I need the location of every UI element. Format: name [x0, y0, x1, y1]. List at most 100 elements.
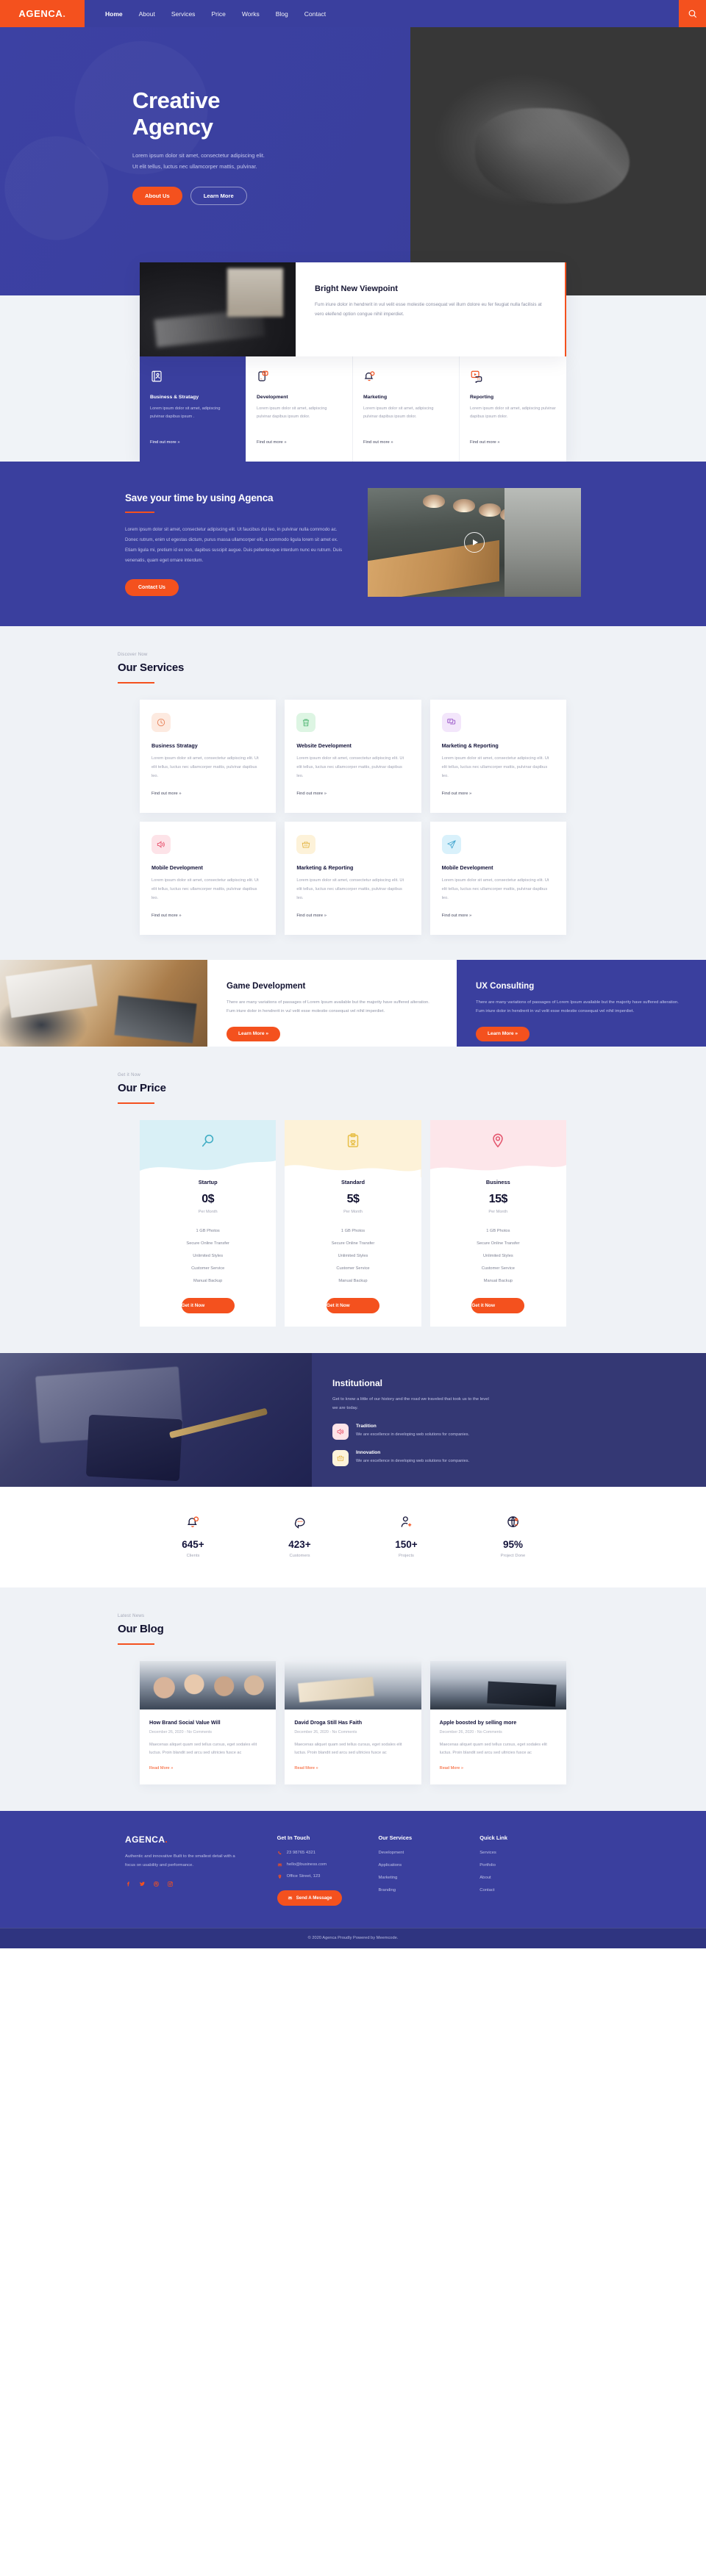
blog-grid: How Brand Social Value Will December 26,… [140, 1660, 566, 1811]
contact-us-button[interactable]: Contact Us [125, 578, 179, 596]
dribbble-icon[interactable] [153, 1881, 160, 1887]
save-time-section: Save your time by using Agenca Lorem ips… [0, 462, 706, 626]
feature-link[interactable]: Find out more » [257, 440, 287, 445]
twitter-icon[interactable] [139, 1881, 146, 1887]
blog-thumbnail [429, 1660, 566, 1709]
institutional-item-innovation: Innovation We are excellence in developi… [332, 1449, 706, 1466]
read-more-link[interactable]: Read More » [440, 1766, 463, 1770]
service-link[interactable]: Find out more » [151, 792, 182, 796]
blog-card[interactable]: David Droga Still Has Faith December 26,… [285, 1660, 421, 1784]
feature-card-reporting[interactable]: Reporting Lorem ipsum dolor sit amet, ad… [460, 356, 566, 462]
service-link[interactable]: Find out more » [442, 914, 472, 918]
feature-title: Development [257, 395, 288, 400]
stat-clients: 645+ Clients [140, 1515, 246, 1558]
institutional-item-desc: We are excellence in developing web solu… [356, 1432, 470, 1437]
footer-link-applications[interactable]: Applications [378, 1863, 479, 1868]
service-title: Marketing & Reporting [441, 742, 499, 749]
logo[interactable]: AGENCA. [0, 0, 85, 27]
feature-card-development[interactable]: Development Lorem ipsum dolor sit amet, … [246, 356, 353, 462]
footer-brand-column: AGENCA. Authentic and innovative Built t… [125, 1834, 277, 1906]
promo-learn-more-button[interactable]: Learn More » [476, 1026, 530, 1041]
learn-more-button[interactable]: Learn More [190, 187, 247, 205]
footer-link-contact[interactable]: Contact [479, 1888, 581, 1892]
footer-link-portfolio[interactable]: Portfolio [479, 1863, 581, 1868]
viewpoint-accent-bar [564, 262, 566, 356]
plan-feature: Unlimited Styles [482, 1254, 513, 1259]
page-root: AGENCA. Home About Services Price Works … [0, 0, 706, 1948]
service-link[interactable]: Find out more » [296, 792, 327, 796]
instagram-icon[interactable] [167, 1881, 174, 1887]
plan-features: 1 GB Photos Secure Online Transfer Unlim… [430, 1225, 566, 1288]
footer-phone[interactable]: 23 98765 4321 [277, 1851, 379, 1856]
plan-feature: Customer Service [191, 1266, 225, 1271]
read-more-link[interactable]: Read More » [149, 1766, 173, 1770]
service-title: Business Stratagy [151, 742, 198, 749]
service-card-mobile-development-2[interactable]: Mobile Development Lorem ipsum dolor sit… [429, 821, 566, 935]
play-icon[interactable] [464, 532, 485, 553]
nav-item-home[interactable]: Home [105, 10, 123, 18]
save-time-body: Lorem ipsum dolor sit amet, consectetur … [125, 527, 343, 563]
promo-learn-more-button[interactable]: Learn More » [227, 1026, 281, 1041]
blog-card[interactable]: How Brand Social Value Will December 26,… [140, 1660, 277, 1784]
service-card-business-strategy[interactable]: Business Stratagy Lorem ipsum dolor sit … [140, 700, 277, 813]
institutional-item-title: Tradition [356, 1423, 377, 1429]
viewpoint-card: Bright New Viewpoint Fum iriure dolor in… [140, 262, 566, 356]
basket-icon [296, 834, 316, 854]
service-link[interactable]: Find out more » [442, 792, 472, 796]
nav-item-blog[interactable]: Blog [276, 10, 288, 18]
facebook-icon[interactable] [125, 1881, 132, 1887]
stats-grid: 645+ Clients 423+ Customers 150+ Project… [140, 1486, 566, 1587]
search-button[interactable] [679, 0, 706, 27]
footer-link-marketing[interactable]: Marketing [378, 1876, 479, 1880]
feature-link[interactable]: Find out more » [150, 440, 180, 445]
feature-cards: Business & Stratagy Lorem ipsum dolor si… [140, 356, 566, 462]
get-it-now-button[interactable]: Get it Now [181, 1297, 235, 1313]
footer-link-branding[interactable]: Branding [378, 1888, 479, 1892]
service-card-mobile-development[interactable]: Mobile Development Lorem ipsum dolor sit… [140, 821, 277, 935]
footer-column-title: Get In Touch [277, 1834, 310, 1841]
feature-card-business-strategy[interactable]: Business & Stratagy Lorem ipsum dolor si… [140, 356, 246, 462]
feature-title: Marketing [363, 395, 388, 400]
nav-item-about[interactable]: About [139, 10, 155, 18]
service-link[interactable]: Find out more » [151, 914, 182, 918]
send-message-button[interactable]: Send A Message [277, 1890, 343, 1906]
nav-item-price[interactable]: Price [211, 10, 225, 18]
blog-post-excerpt: Maecenas aliquet quam sed tellus cursus,… [439, 1742, 547, 1756]
footer-link-development[interactable]: Development [378, 1851, 479, 1855]
blog-post-title: How Brand Social Value Will [149, 1718, 221, 1726]
plan-feature: Customer Service [336, 1266, 370, 1271]
nav-item-contact[interactable]: Contact [304, 10, 326, 18]
nav-item-works[interactable]: Works [242, 10, 260, 18]
feature-title: Business & Stratagy [150, 395, 199, 400]
plan-feature: Secure Online Transfer [186, 1241, 229, 1246]
clock-icon [151, 713, 171, 732]
service-card-marketing-reporting-2[interactable]: Marketing & Reporting Lorem ipsum dolor … [285, 821, 421, 935]
footer-link-services[interactable]: Services [479, 1851, 581, 1855]
footer-services-column: Our Services Development Applications Ma… [378, 1834, 479, 1906]
desk-workspace-photo [0, 959, 207, 1047]
stat-number: 95% [502, 1538, 524, 1550]
feature-link[interactable]: Find out more » [470, 440, 500, 445]
blog-card[interactable]: Apple boosted by selling more December 2… [429, 1660, 566, 1784]
get-it-now-button[interactable]: Get it Now [326, 1297, 379, 1313]
service-card-marketing-reporting[interactable]: Marketing & Reporting Lorem ipsum dolor … [429, 700, 566, 813]
feature-card-marketing[interactable]: Marketing Lorem ipsum dolor sit amet, ad… [353, 356, 460, 462]
read-more-link[interactable]: Read More » [294, 1766, 318, 1770]
office-video-thumbnail[interactable] [368, 488, 581, 597]
blog-thumbnail [140, 1660, 277, 1709]
footer-link-about[interactable]: About [479, 1876, 581, 1880]
service-link[interactable]: Find out more » [296, 914, 327, 918]
footer-email[interactable]: hello@business.com [277, 1862, 379, 1868]
feature-link[interactable]: Find out more » [363, 440, 393, 445]
service-card-website-development[interactable]: Website Development Lorem ipsum dolor si… [285, 700, 421, 813]
footer-address: Office Street, 123 [277, 1874, 379, 1879]
about-us-button[interactable]: About Us [132, 187, 182, 205]
footer-quicklink-column: Quick Link Services Portfolio About Cont… [479, 1834, 581, 1906]
site-footer: AGENCA. Authentic and innovative Built t… [0, 1810, 706, 1948]
get-it-now-button[interactable]: Get it Now [471, 1297, 525, 1313]
feature-desc: Lorem ipsum dolor sit amet, adipiscing p… [257, 406, 327, 420]
footer-logo[interactable]: AGENCA. [125, 1834, 277, 1845]
basket-icon [332, 1449, 349, 1466]
nav-item-services[interactable]: Services [171, 10, 196, 18]
viewpoint-title: Bright New Viewpoint [315, 284, 398, 293]
